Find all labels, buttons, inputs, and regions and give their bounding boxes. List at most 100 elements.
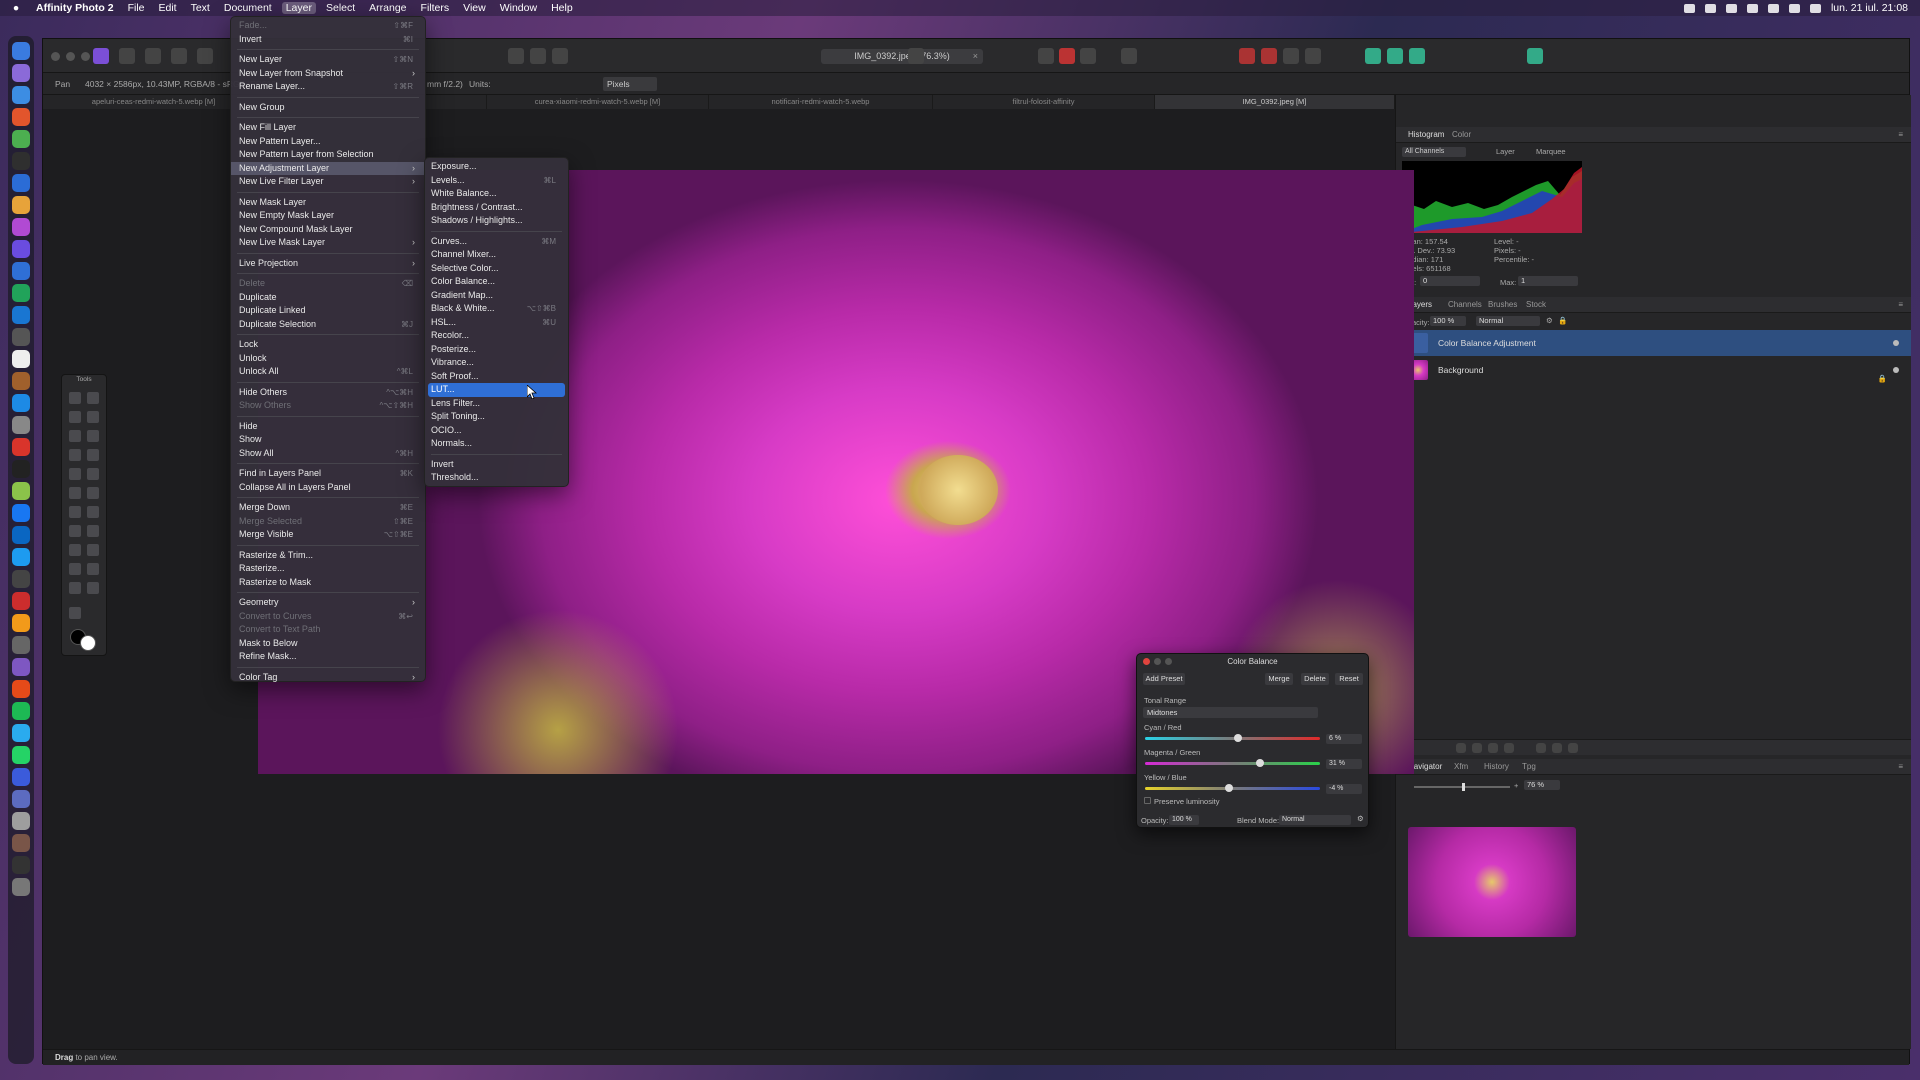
- menu-item-show[interactable]: Show: [231, 433, 425, 447]
- close-document-icon[interactable]: ×: [973, 49, 978, 64]
- menu-item-split-toning[interactable]: Split Toning...: [425, 410, 568, 424]
- dock-app-icon[interactable]: [12, 526, 30, 544]
- dock-app-icon[interactable]: [12, 636, 30, 654]
- menu-item-recolor[interactable]: Recolor...: [425, 329, 568, 343]
- trash-icon[interactable]: [12, 878, 30, 896]
- healing-brush-icon[interactable]: [87, 525, 99, 537]
- dock-app-icon[interactable]: [12, 614, 30, 632]
- dialog-blend-select[interactable]: Normal: [1279, 815, 1351, 825]
- volume-icon[interactable]: [1767, 3, 1779, 13]
- group-icon[interactable]: [1536, 743, 1546, 753]
- assistant-icon[interactable]: [1121, 48, 1137, 64]
- tonal-range-select[interactable]: Midtones: [1143, 707, 1318, 718]
- menu-item-collapse-all-in-layers-panel[interactable]: Collapse All in Layers Panel: [231, 481, 425, 495]
- gradient-tool-icon[interactable]: [87, 468, 99, 480]
- view-mode-icon[interactable]: [530, 48, 546, 64]
- zoom-tool-icon[interactable]: [69, 607, 81, 619]
- menu-item-color-tag[interactable]: Color Tag ›: [231, 671, 425, 685]
- dock-app-icon[interactable]: [12, 438, 30, 456]
- color-picker-icon[interactable]: [69, 411, 81, 423]
- menu-item-merge-down[interactable]: Merge Down ⌘E: [231, 501, 425, 515]
- dock-app-icon[interactable]: [12, 240, 30, 258]
- arrange-icon[interactable]: [1283, 48, 1299, 64]
- dock-app-icon[interactable]: [12, 108, 30, 126]
- blur-brush-icon[interactable]: [69, 544, 81, 556]
- preserve-luminosity-checkbox[interactable]: [1144, 797, 1151, 804]
- doc-tab-active[interactable]: IMG_0392.jpeg [M]: [1155, 95, 1395, 109]
- menu-item-hide[interactable]: Hide: [231, 420, 425, 434]
- cyan-red-value[interactable]: 6 %: [1326, 734, 1362, 744]
- menu-view[interactable]: View: [463, 2, 486, 14]
- dialog-opacity-input[interactable]: 100 %: [1169, 815, 1199, 825]
- marquee-tool-icon[interactable]: [87, 449, 99, 461]
- snapping-icon[interactable]: [1409, 48, 1425, 64]
- dock-app-icon[interactable]: [12, 372, 30, 390]
- menu-window[interactable]: Window: [500, 2, 537, 14]
- pen-tool-icon[interactable]: [69, 563, 81, 575]
- menu-item-merge-visible[interactable]: Merge Visible ⌥⇧⌘E: [231, 528, 425, 542]
- blend-mode-select[interactable]: Normal: [1476, 316, 1540, 326]
- channel-select[interactable]: All Channels: [1402, 147, 1466, 157]
- apple-icon[interactable]: ●: [10, 2, 22, 14]
- dock-app-icon[interactable]: [12, 350, 30, 368]
- mask-icon[interactable]: [1456, 743, 1466, 753]
- menu-item-duplicate[interactable]: Duplicate: [231, 291, 425, 305]
- menu-item-exposure[interactable]: Exposure...: [425, 160, 568, 174]
- quick-mask-icon[interactable]: [908, 48, 924, 64]
- battery-icon[interactable]: [1725, 3, 1737, 13]
- layer-row-background[interactable]: Background 🔒: [1396, 357, 1911, 383]
- add-preset-button[interactable]: Add Preset: [1143, 673, 1185, 685]
- delete-layer-icon[interactable]: [1568, 743, 1578, 753]
- menu-item-new-pattern-layer-from-selection[interactable]: New Pattern Layer from Selection: [231, 148, 425, 162]
- menu-item-soft-proof[interactable]: Soft Proof...: [425, 370, 568, 384]
- menu-item-hide-others[interactable]: Hide Others ^⌥⌘H: [231, 386, 425, 400]
- menu-item-geometry[interactable]: Geometry ›: [231, 596, 425, 610]
- dock-app-icon[interactable]: [12, 768, 30, 786]
- menu-item-rasterize-to-mask[interactable]: Rasterize to Mask: [231, 576, 425, 590]
- menu-item-brightness-contrast[interactable]: Brightness / Contrast...: [425, 201, 568, 215]
- menu-item-new-fill-layer[interactable]: New Fill Layer: [231, 121, 425, 135]
- control-center-icon[interactable]: [1809, 3, 1821, 13]
- tab-brushes[interactable]: Brushes: [1488, 297, 1517, 313]
- dock-app-icon[interactable]: [12, 394, 30, 412]
- menu-item-new-group[interactable]: New Group: [231, 101, 425, 115]
- selection-mode-icon[interactable]: [1059, 48, 1075, 64]
- tone-mapping-persona-icon[interactable]: [171, 48, 187, 64]
- slider-handle[interactable]: [1225, 784, 1233, 792]
- tab-color[interactable]: Color: [1452, 127, 1471, 143]
- view-mode-icon[interactable]: [552, 48, 568, 64]
- menu-item-unlock[interactable]: Unlock: [231, 352, 425, 366]
- add-layer-icon[interactable]: [1552, 743, 1562, 753]
- document-title[interactable]: IMG_0392.jpeg (76.3%) ×: [821, 49, 983, 64]
- tab-stock[interactable]: Stock: [1526, 297, 1546, 313]
- dock-app-icon[interactable]: [12, 746, 30, 764]
- adjustment-icon[interactable]: [1472, 743, 1482, 753]
- develop-persona-icon[interactable]: [145, 48, 161, 64]
- tab-transform[interactable]: Xfm: [1454, 759, 1468, 775]
- minimize-window-button[interactable]: [66, 52, 75, 61]
- fx-icon[interactable]: [1488, 743, 1498, 753]
- dock-app-icon[interactable]: [12, 724, 30, 742]
- rectangle-tool-icon[interactable]: [87, 563, 99, 575]
- menu-item-lens-filter[interactable]: Lens Filter...: [425, 397, 568, 411]
- menu-file[interactable]: File: [128, 2, 145, 14]
- magic-wand-icon[interactable]: [69, 449, 81, 461]
- dock-app-icon[interactable]: [12, 592, 30, 610]
- menu-item-shadows-highlights[interactable]: Shadows / Highlights...: [425, 214, 568, 228]
- visibility-toggle[interactable]: [1893, 340, 1899, 346]
- menu-item-ocio[interactable]: OCIO...: [425, 424, 568, 438]
- panel-menu-icon[interactable]: ≡: [1898, 297, 1903, 313]
- search-icon[interactable]: [1788, 3, 1800, 13]
- dock-app-icon[interactable]: [12, 548, 30, 566]
- dock-app-icon[interactable]: [12, 702, 30, 720]
- menu-item-selective-color[interactable]: Selective Color...: [425, 262, 568, 276]
- dock-app-icon[interactable]: [12, 64, 30, 82]
- arrange-icon[interactable]: [1305, 48, 1321, 64]
- tab-histogram[interactable]: Histogram: [1408, 127, 1444, 143]
- menubar-clock[interactable]: lun. 21 iul. 21:08: [1831, 2, 1908, 14]
- navigator-zoom-slider[interactable]: [1414, 783, 1510, 791]
- arrange-icon[interactable]: [1239, 48, 1255, 64]
- dock-app-icon[interactable]: [12, 174, 30, 192]
- menu-item-rasterize[interactable]: Rasterize...: [231, 562, 425, 576]
- dock-app-icon[interactable]: [12, 284, 30, 302]
